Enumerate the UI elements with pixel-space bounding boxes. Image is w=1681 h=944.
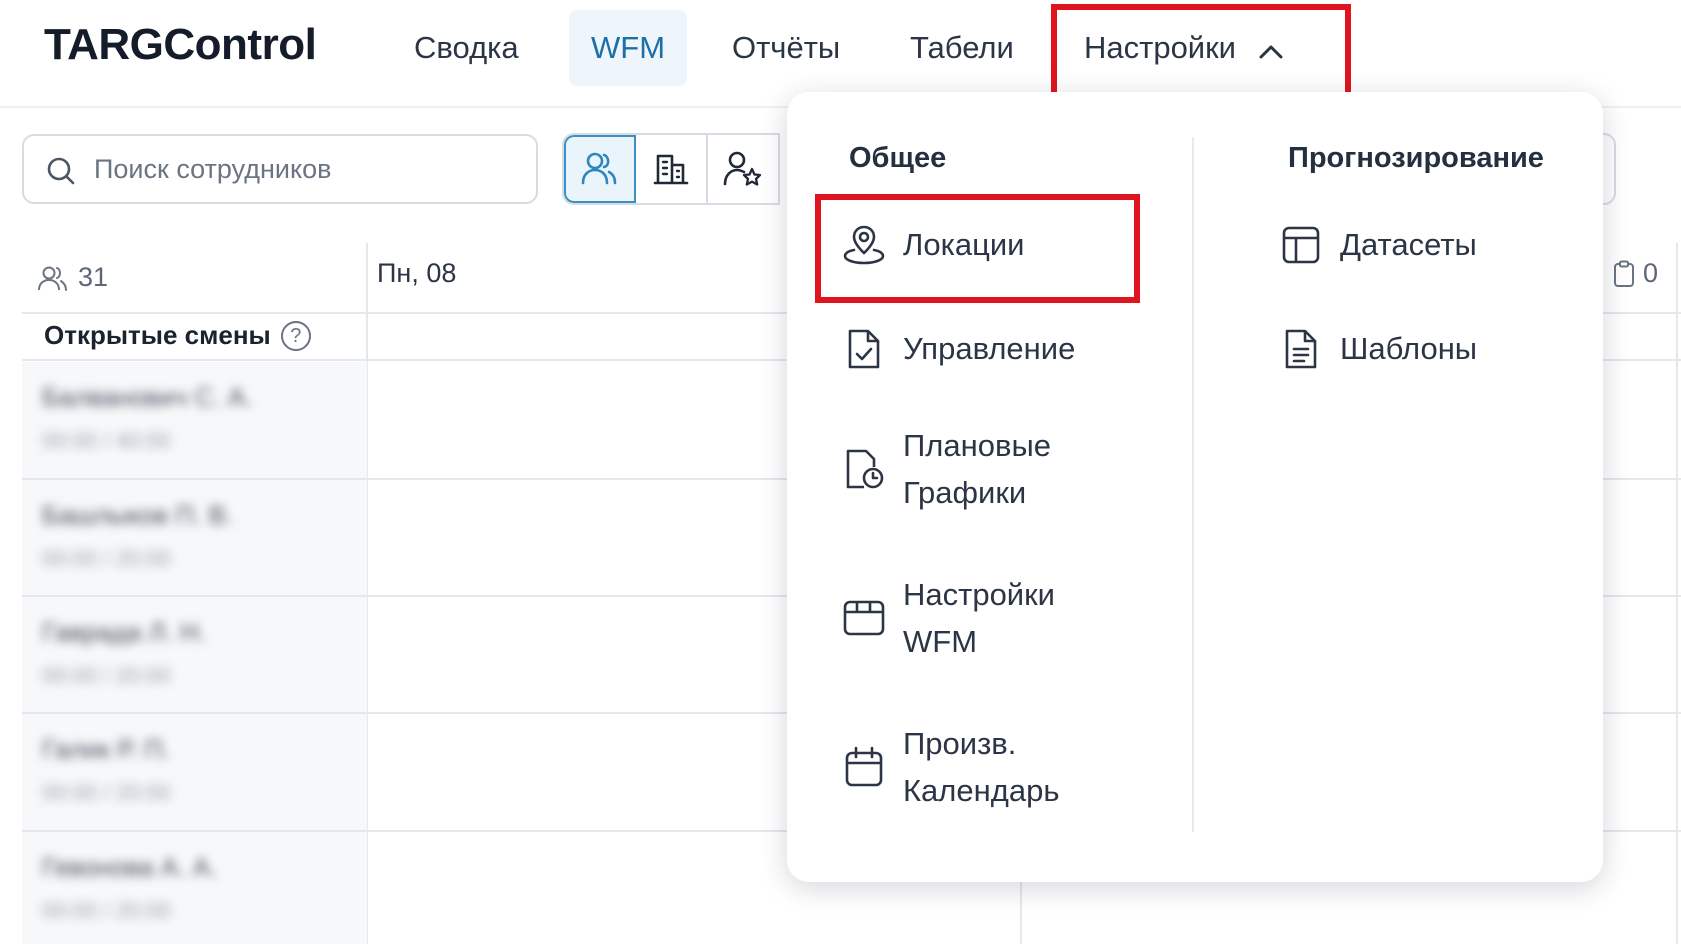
document-check-icon [848, 329, 880, 368]
employee-row[interactable]: Гевонова А. А. 00:00 / 20:00 [22, 832, 367, 944]
view-switcher [562, 133, 780, 205]
document-lines-icon [1285, 329, 1317, 368]
calendar-icon [845, 746, 883, 787]
building-icon [653, 154, 689, 185]
menu-item-label: Локации [903, 227, 1025, 262]
menu-item-label: Плановые Графики [903, 428, 1051, 510]
employee-count-value: 31 [78, 262, 109, 292]
right-counter: 0 [1613, 258, 1658, 289]
employee-name: Гаврада Л. Н. [42, 617, 207, 647]
employee-name: Гевонова А. А. [42, 852, 218, 882]
user-star-icon [723, 151, 762, 186]
general-section-title: Общее [849, 142, 947, 174]
column-divider [1676, 243, 1678, 944]
menu-item-templates[interactable]: Шаблоны [1278, 325, 1477, 372]
employee-hours: 00:00 / 20:00 [42, 780, 171, 805]
open-shifts-row: Открытые смены ? [44, 320, 311, 351]
employee-row[interactable]: Гаврада Л. Н. 00:00 / 20:00 [22, 597, 367, 713]
menu-item-locations[interactable]: Локации [841, 221, 1024, 268]
view-locations-button[interactable] [636, 135, 708, 203]
employee-search[interactable] [22, 134, 538, 204]
forecasting-section-title: Прогнозирование [1288, 142, 1544, 174]
menu-item-planned-schedules[interactable]: Плановые Графики [841, 422, 1133, 516]
browser-window-icon [843, 600, 885, 636]
users-icon [581, 152, 617, 185]
open-shifts-label: Открытые смены [44, 320, 271, 350]
clipboard-icon [1614, 260, 1634, 287]
search-input[interactable] [94, 144, 514, 194]
app-logo[interactable]: TARGControl [44, 20, 317, 70]
nav-item-settings-label: Настройки [1084, 30, 1237, 65]
employee-hours: 00:00 / 20:00 [42, 663, 171, 688]
employee-hours: 00:00 / 40:00 [42, 428, 171, 453]
menu-item-label: Управление [903, 331, 1076, 366]
nav-item-timesheets[interactable]: Табели [888, 10, 1036, 86]
nav-item-wfm[interactable]: WFM [569, 10, 688, 86]
menu-item-label: Шаблоны [1340, 331, 1478, 366]
employee-row[interactable]: Балванович С. А. 00:00 / 40:00 [22, 362, 367, 478]
settings-dropdown: Общее Прогнозирование Локации Управление… [787, 92, 1603, 882]
employee-name: Галик Р. П. [42, 734, 171, 764]
users-icon [38, 266, 67, 291]
menu-item-label: Произв. Календарь [903, 726, 1060, 808]
day-column-header[interactable]: Пн, 08 [377, 258, 456, 289]
employee-count: 31 [38, 262, 108, 293]
chevron-up-icon [1258, 12, 1284, 88]
menu-item-label: Настройки WFM [903, 577, 1056, 659]
location-pin-icon [843, 225, 885, 264]
nav-item-reports[interactable]: Отчёты [710, 10, 862, 86]
employee-name: Башлыков П. В. [42, 500, 234, 530]
view-employees-button[interactable] [564, 135, 636, 203]
menu-item-label: Датасеты [1340, 227, 1477, 262]
menu-item-production-calendar[interactable]: Произв. Календарь [841, 720, 1133, 814]
right-counter-value: 0 [1643, 258, 1659, 288]
document-clock-icon [846, 449, 884, 489]
employee-row[interactable]: Башлыков П. В. 00:00 / 20:00 [22, 480, 367, 596]
employee-name: Балванович С. А. [42, 382, 253, 412]
search-icon [47, 157, 75, 185]
employee-hours: 00:00 / 20:00 [42, 546, 171, 571]
table-icon [1282, 226, 1320, 263]
employee-row[interactable]: Галик Р. П. 00:00 / 20:00 [22, 714, 367, 830]
nav-item-settings[interactable]: Настройки [1062, 10, 1306, 86]
section-divider [1192, 137, 1194, 832]
nav-item-summary[interactable]: Сводка [392, 10, 541, 86]
menu-item-wfm-settings[interactable]: Настройки WFM [841, 571, 1133, 665]
help-icon[interactable]: ? [280, 320, 311, 351]
menu-item-management[interactable]: Управление [841, 325, 1075, 372]
menu-item-datasets[interactable]: Датасеты [1278, 221, 1477, 268]
employee-hours: 00:00 / 20:00 [42, 898, 171, 923]
view-favorites-button[interactable] [708, 135, 780, 203]
